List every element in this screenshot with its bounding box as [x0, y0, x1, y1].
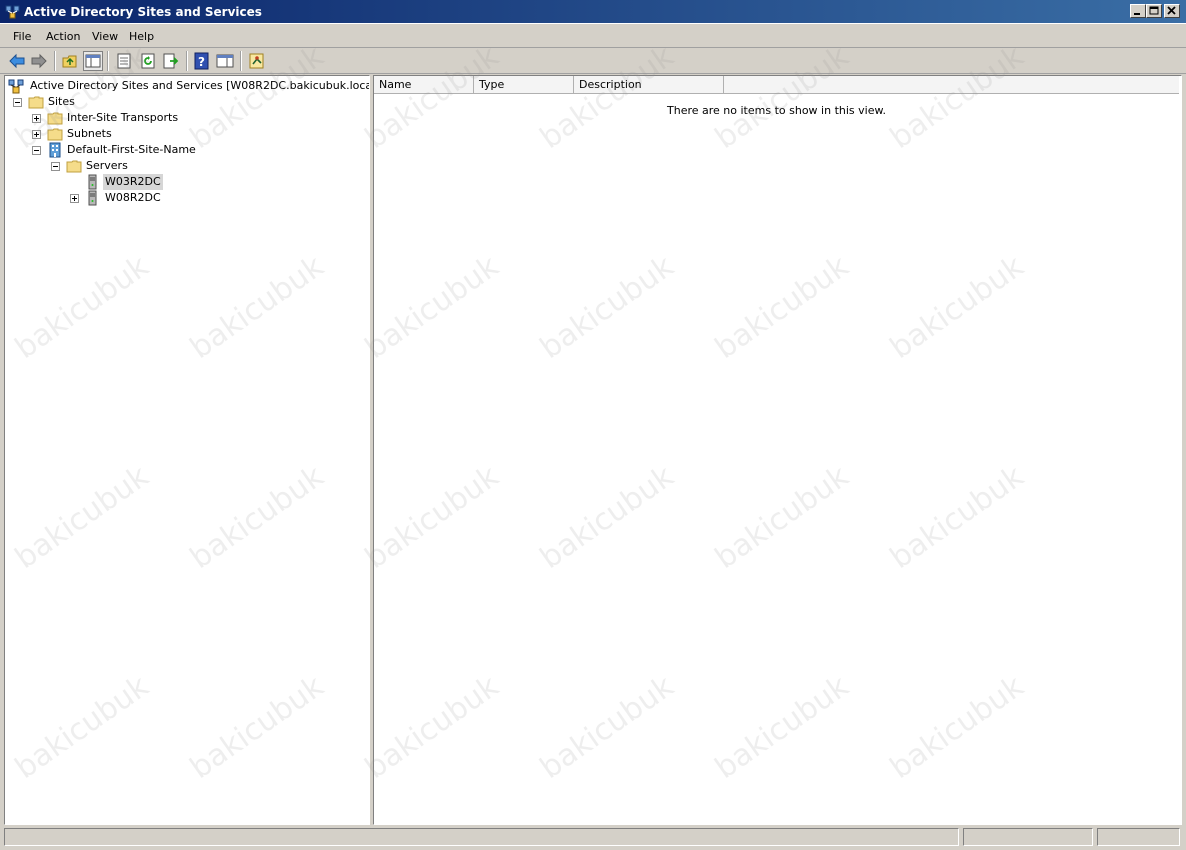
ad-sites-services-icon	[5, 4, 20, 19]
refresh-button[interactable]	[138, 51, 158, 71]
forward-icon	[31, 53, 47, 69]
tree-node-servers[interactable]: Servers	[5, 158, 365, 174]
folder-icon	[66, 158, 82, 174]
tree-node-w03r2dc[interactable]: W03R2DC	[5, 174, 365, 190]
status-pane-main	[4, 828, 959, 846]
status-pane-3	[1097, 828, 1180, 846]
title-bar[interactable]: Active Directory Sites and Services	[0, 0, 1186, 24]
toolbar-separator	[54, 51, 56, 71]
tree-label-subnets: Subnets	[67, 127, 112, 140]
ad-sites-services-icon	[8, 78, 24, 94]
tree-node-w08r2dc[interactable]: W08R2DC	[5, 190, 365, 206]
show-hide-action-pane-icon	[216, 54, 234, 68]
tree-label-w08r2dc: W08R2DC	[105, 191, 161, 204]
expand-icon[interactable]	[32, 114, 41, 123]
tree-node-default-first-site-name[interactable]: Default-First-Site-Name	[5, 142, 365, 158]
close-button[interactable]	[1164, 4, 1180, 18]
maximize-icon	[1149, 6, 1159, 15]
tree-node-subnets[interactable]: Subnets	[5, 126, 365, 142]
back-icon	[9, 53, 25, 69]
folder-icon	[28, 94, 44, 110]
svg-text:?: ?	[198, 55, 205, 69]
toolbar-separator	[107, 51, 109, 71]
folder-icon	[47, 126, 63, 142]
site-icon	[47, 142, 63, 158]
help-icon: ?	[194, 52, 209, 70]
minimize-icon	[1134, 13, 1140, 15]
show-hide-action-pane-button[interactable]	[215, 51, 235, 71]
tree-node-sites[interactable]: Sites	[5, 94, 365, 110]
expand-icon[interactable]	[32, 130, 41, 139]
toolbar-separator	[186, 51, 188, 71]
up-one-level-icon	[62, 55, 77, 68]
collapse-icon[interactable]	[13, 98, 22, 107]
toolbar-separator	[240, 51, 242, 71]
delegate-control-button[interactable]	[247, 51, 267, 71]
empty-list-message: There are no items to show in this view.	[667, 104, 886, 117]
tree-label-root: Active Directory Sites and Services [W08…	[30, 79, 370, 92]
close-icon	[1167, 6, 1176, 15]
status-pane-2	[963, 828, 1093, 846]
delegate-control-icon	[249, 53, 264, 69]
server-icon	[85, 190, 101, 206]
refresh-icon	[141, 53, 155, 69]
column-header-filler	[724, 76, 1179, 94]
menu-view[interactable]: View	[92, 30, 118, 43]
window-title: Active Directory Sites and Services	[24, 5, 262, 19]
menu-bar: File Action View Help	[0, 25, 1186, 48]
properties-icon	[117, 53, 131, 69]
menu-action[interactable]: Action	[46, 30, 80, 43]
column-header-description[interactable]: Description	[574, 76, 724, 94]
collapse-icon[interactable]	[32, 146, 41, 155]
console-tree[interactable]: Active Directory Sites and Services [W08…	[4, 75, 370, 825]
status-bar	[0, 826, 1186, 850]
tree-node-inter-site-transports[interactable]: Inter-Site Transports	[5, 110, 365, 126]
tree-node-root[interactable]: Active Directory Sites and Services [W08…	[8, 78, 370, 94]
show-hide-console-tree-icon	[85, 54, 101, 68]
export-list-icon	[163, 53, 179, 69]
expand-icon[interactable]	[70, 194, 79, 203]
tree-label-servers: Servers	[86, 159, 128, 172]
minimize-button[interactable]	[1130, 4, 1146, 18]
toolbar: ?	[0, 48, 1186, 74]
up-one-level-button[interactable]	[60, 51, 80, 71]
column-header-type[interactable]: Type	[474, 76, 574, 94]
server-icon	[85, 174, 101, 190]
maximize-button[interactable]	[1146, 4, 1162, 18]
forward-button[interactable]	[29, 51, 49, 71]
column-header-name[interactable]: Name	[374, 76, 474, 94]
export-list-button[interactable]	[161, 51, 181, 71]
tree-label-w03r2dc: W03R2DC	[103, 174, 163, 190]
tree-label-sites: Sites	[48, 95, 75, 108]
tree-label-default-first-site-name: Default-First-Site-Name	[67, 143, 196, 156]
menu-help[interactable]: Help	[129, 30, 154, 43]
result-pane[interactable]: Name Type Description There are no items…	[373, 75, 1182, 825]
tree-label-inter-site-transports: Inter-Site Transports	[67, 111, 179, 124]
folder-icon	[47, 110, 63, 126]
show-hide-console-tree-button[interactable]	[83, 51, 103, 71]
back-button[interactable]	[7, 51, 27, 71]
help-button[interactable]: ?	[192, 51, 212, 71]
properties-button[interactable]	[114, 51, 134, 71]
menu-file[interactable]: File	[13, 30, 31, 43]
collapse-icon[interactable]	[51, 162, 60, 171]
